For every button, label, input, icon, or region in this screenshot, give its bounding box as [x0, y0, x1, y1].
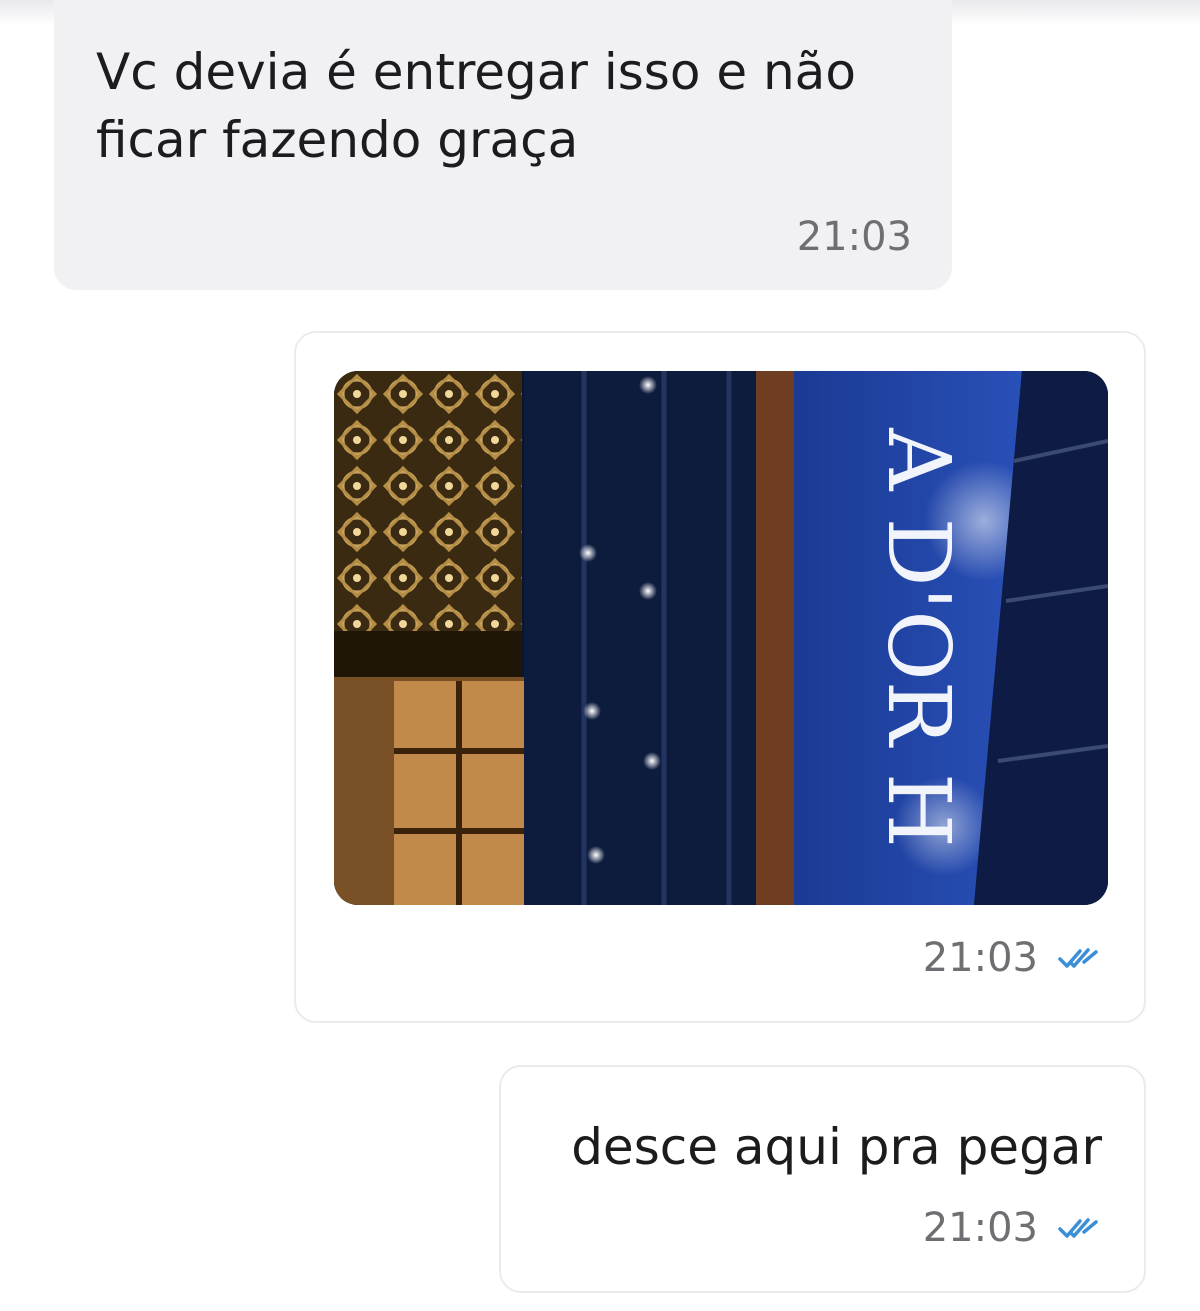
incoming-message-bubble[interactable]: Vc devia é entregar isso e não ficar faz… [54, 0, 952, 290]
message-text: desce aqui pra pegar [571, 1118, 1102, 1176]
message-meta: 21:03 [923, 935, 1102, 981]
photo-illustration: A D'OR H [334, 371, 1108, 905]
double-check-icon [1058, 1218, 1098, 1238]
message-time: 21:03 [922, 935, 1038, 981]
message-time: 21:03 [796, 214, 912, 260]
message-meta: 21:03 [923, 1205, 1102, 1251]
message-text: Vc devia é entregar isso e não ficar faz… [96, 43, 856, 169]
svg-text:A D'OR H: A D'OR H [868, 427, 968, 848]
double-check-icon [1058, 948, 1098, 968]
outgoing-image-bubble[interactable]: A D'OR H 21:03 [294, 331, 1146, 1023]
photo-sign-text: A D'OR H [868, 427, 968, 848]
outgoing-message-bubble[interactable]: desce aqui pra pegar 21:03 [499, 1065, 1146, 1293]
message-photo[interactable]: A D'OR H [334, 371, 1108, 905]
chat-screen: Vc devia é entregar isso e não ficar faz… [0, 0, 1200, 1311]
message-time: 21:03 [922, 1205, 1038, 1251]
